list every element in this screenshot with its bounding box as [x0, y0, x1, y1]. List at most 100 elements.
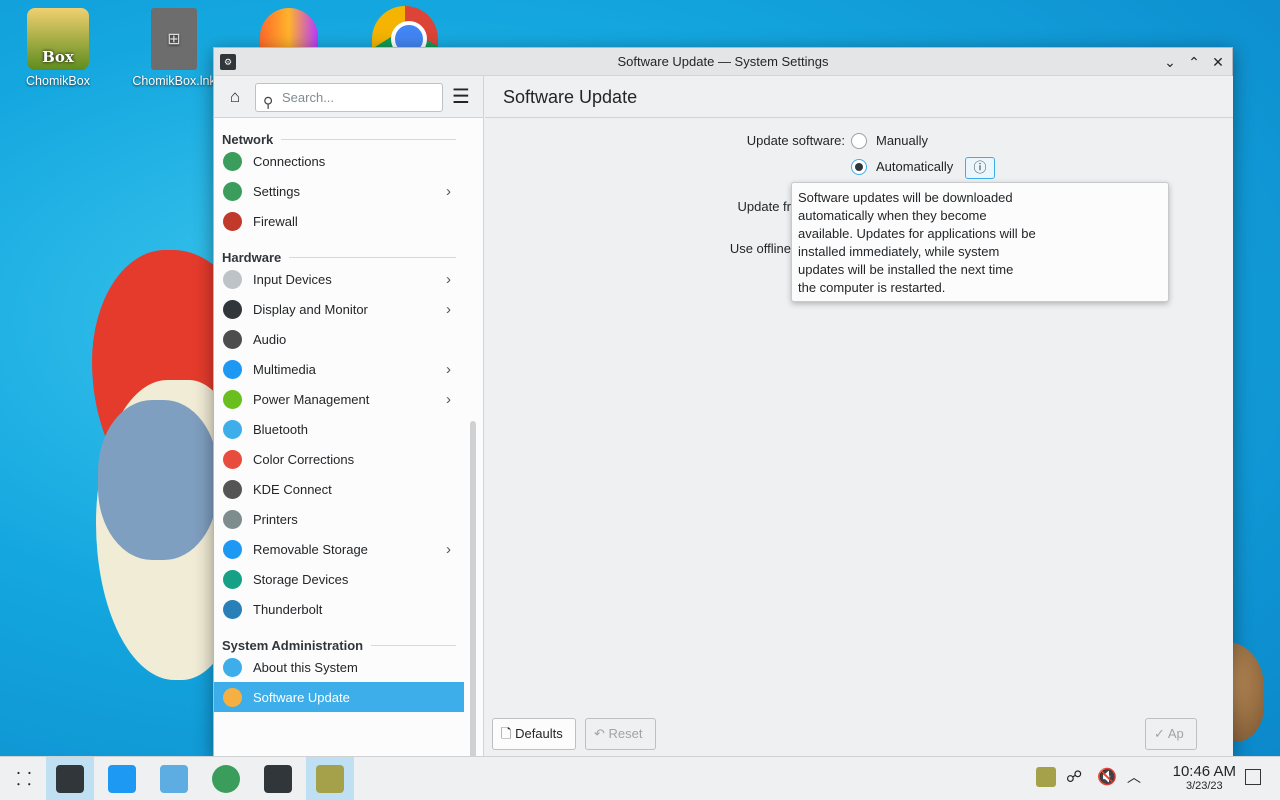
taskbar-system-settings[interactable]	[46, 757, 94, 800]
radio-manually-label[interactable]: Manually	[876, 133, 928, 148]
defaults-label: Defaults	[515, 726, 563, 741]
tray-expand-icon[interactable]: ︿	[1127, 767, 1141, 787]
update-software-label: Update software:	[746, 133, 845, 148]
chevron-right-icon: ›	[446, 540, 451, 558]
window-title: Software Update — System Settings	[617, 54, 829, 69]
reset-button[interactable]: ↶ Reset	[585, 718, 656, 750]
storage-icon	[223, 569, 242, 589]
defaults-button[interactable]: 🗋 Defaults	[492, 718, 576, 750]
maximize-icon[interactable]: ⌃	[1186, 48, 1202, 76]
mouse-icon	[223, 269, 242, 289]
chrome-icon[interactable]	[372, 6, 438, 57]
close-icon[interactable]: ✕	[1210, 48, 1226, 76]
globe-icon	[223, 151, 242, 171]
volume-muted-icon[interactable]: 🔇	[1097, 767, 1117, 787]
sidebar-item-input-devices[interactable]: Input Devices ›	[214, 264, 464, 294]
app-launcher-icon[interactable]: ⸬	[0, 757, 48, 800]
sidebar-item-bluetooth[interactable]: Bluetooth	[214, 414, 464, 444]
sidebar-section-header: Network	[214, 118, 464, 147]
sidebar-item-label: Audio	[253, 331, 287, 347]
desktop-icon-label: ChomikBox.lnk	[132, 74, 216, 88]
sidebar-item-thunderbolt[interactable]: Thunderbolt	[214, 594, 464, 624]
sidebar-item-about-this-system[interactable]: About this System	[214, 652, 464, 682]
chevron-right-icon: ›	[446, 390, 451, 408]
sidebar-scrollbar[interactable]	[470, 421, 476, 781]
reset-icon: ↶	[594, 726, 605, 741]
taskbar-discover[interactable]	[98, 757, 146, 800]
desktop-icon-chomikbox[interactable]: Box ChomikBox	[10, 8, 106, 88]
section-title: Hardware	[222, 249, 282, 265]
taskbar-browser[interactable]	[202, 757, 250, 800]
taskbar: ⸬ ☍ 🔇 ︿ 10:46 AM 3/23/23	[0, 756, 1280, 800]
sidebar-item-audio[interactable]: Audio	[214, 324, 464, 354]
color-wheel-icon	[223, 449, 242, 469]
sidebar-item-label: Power Management	[253, 391, 370, 407]
printer-icon	[223, 509, 242, 529]
sidebar-item-label: Removable Storage	[253, 541, 368, 557]
tooltip-line: the computer is restarted.	[798, 280, 946, 295]
sidebar-item-printers[interactable]: Printers	[214, 504, 464, 534]
radio-automatically-label[interactable]: Automatically	[876, 159, 953, 174]
sidebar-item-firewall[interactable]: Firewall	[214, 206, 464, 236]
sidebar-item-connections[interactable]: Connections	[214, 146, 464, 176]
radio-automatically[interactable]	[851, 159, 867, 175]
sidebar-item-settings[interactable]: Settings ›	[214, 176, 464, 206]
minimize-icon[interactable]: ⌄	[1162, 48, 1178, 76]
content-pane: Software Update Update software: Manuall…	[485, 76, 1233, 756]
sidebar-item-label: Multimedia	[253, 361, 316, 377]
sidebar-item-power-management[interactable]: Power Management ›	[214, 384, 464, 414]
sidebar-item-multimedia[interactable]: Multimedia ›	[214, 354, 464, 384]
defaults-icon: 🗋	[501, 726, 512, 741]
update-icon	[223, 687, 242, 707]
help-button[interactable]: ⓘ	[965, 157, 995, 179]
home-icon[interactable]: ⌂	[224, 86, 246, 108]
show-desktop-icon[interactable]	[1245, 769, 1261, 785]
phone-icon	[223, 479, 242, 499]
tray-kdeconnect-icon[interactable]: ☍	[1066, 767, 1082, 787]
window-titlebar[interactable]: ⚙ Software Update — System Settings ⌄ ⌃ …	[214, 48, 1232, 76]
system-settings-icon	[56, 765, 84, 793]
sidebar-item-label: Firewall	[253, 213, 298, 229]
apply-button[interactable]: ✓ Ap	[1145, 718, 1197, 750]
taskbar-chomikbox[interactable]	[306, 757, 354, 800]
radio-manually[interactable]	[851, 133, 867, 149]
sidebar-item-label: Thunderbolt	[253, 601, 323, 617]
clock[interactable]: 10:46 AM 3/23/23	[1173, 763, 1236, 792]
tray-chomikbox-icon[interactable]	[1036, 767, 1056, 787]
sidebar-item-label: Software Update	[253, 689, 350, 705]
chevron-right-icon: ›	[446, 182, 451, 200]
tooltip-line: updates will be installed the next time	[798, 262, 1014, 277]
hamburger-menu-icon[interactable]: ☰	[452, 86, 470, 108]
system-settings-icon[interactable]: ⚙	[220, 54, 236, 70]
sidebar-item-color-corrections[interactable]: Color Corrections	[214, 444, 464, 474]
sidebar-item-display-and-monitor[interactable]: Display and Monitor ›	[214, 294, 464, 324]
apply-label: Ap	[1167, 726, 1184, 741]
tooltip-line: Software updates will be downloaded	[798, 190, 1013, 205]
firewall-icon	[223, 211, 242, 231]
info-icon	[223, 657, 242, 677]
folder-icon	[160, 765, 188, 793]
power-icon	[223, 389, 242, 409]
help-icon: ⓘ	[973, 160, 987, 175]
firefox-icon[interactable]	[260, 8, 318, 48]
sidebar-item-removable-storage[interactable]: Removable Storage ›	[214, 534, 464, 564]
sidebar-item-label: Settings	[253, 183, 300, 199]
multimedia-icon	[223, 359, 242, 379]
sidebar-item-storage-devices[interactable]: Storage Devices	[214, 564, 464, 594]
sidebar-item-software-update[interactable]: Software Update	[214, 682, 464, 712]
desktop-icon-label: ChomikBox	[26, 74, 90, 88]
tooltip-line: automatically when they become	[798, 208, 987, 223]
discover-icon	[108, 765, 136, 793]
taskbar-terminal[interactable]	[254, 757, 302, 800]
usb-drive-icon	[223, 539, 242, 559]
search-placeholder: Search...	[282, 90, 335, 105]
desktop-icon-chomikbox-lnk[interactable]: ⊞ ChomikBox.lnk	[126, 8, 222, 88]
chevron-right-icon: ›	[446, 270, 451, 288]
search-input[interactable]: ⚲ Search...	[255, 83, 443, 112]
tooltip: Software updates will be downloaded auto…	[791, 182, 1169, 302]
globe-icon	[212, 765, 240, 793]
sidebar-item-label: KDE Connect	[253, 481, 332, 497]
chomikbox-icon: Box	[27, 8, 89, 70]
taskbar-file-manager[interactable]	[150, 757, 198, 800]
sidebar-item-kde-connect[interactable]: KDE Connect	[214, 474, 464, 504]
